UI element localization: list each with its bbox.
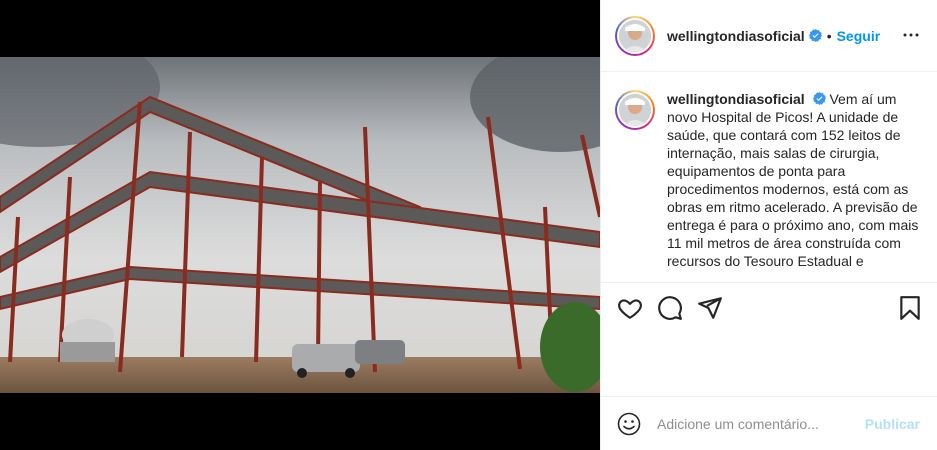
caption-text: Vem aí um novo Hospital de Picos! A unid… [667, 91, 919, 269]
caption-avatar[interactable] [615, 90, 655, 130]
profile-photo-icon [619, 19, 651, 52]
post-actions [601, 282, 937, 332]
add-comment-bar: Publicar [601, 396, 937, 450]
username-link[interactable]: wellingtondiasoficial [667, 28, 805, 44]
bookmark-icon[interactable] [897, 295, 923, 321]
caption-text-block: wellingtondiasoficial Vem aí um novo Hos… [667, 90, 925, 272]
verified-badge-icon [812, 92, 826, 105]
share-icon[interactable] [697, 295, 723, 321]
media-panel [0, 0, 600, 450]
comment-input[interactable] [657, 415, 867, 432]
follow-button[interactable]: Seguir [837, 28, 881, 44]
avatar[interactable] [615, 15, 655, 56]
post-side-panel: wellingtondiasoficial • Seguir wellingto… [600, 0, 937, 450]
caption-username-link[interactable]: wellingtondiasoficial [667, 91, 805, 107]
separator-dot: • [826, 27, 832, 44]
post-caption: wellingtondiasoficial Vem aí um novo Hos… [615, 90, 925, 272]
profile-photo-icon [619, 94, 651, 126]
avatar-image [617, 17, 653, 54]
post-photo[interactable] [0, 57, 600, 393]
hospital-construction-image [0, 57, 600, 393]
comment-icon[interactable] [657, 295, 683, 321]
heart-icon[interactable] [617, 295, 643, 321]
post-header: wellingtondiasoficial • Seguir [601, 0, 937, 72]
caption-avatar-image [617, 92, 653, 128]
instagram-post-modal: wellingtondiasoficial • Seguir wellingto… [0, 0, 937, 450]
emoji-icon[interactable] [617, 412, 641, 436]
verified-badge-icon [808, 29, 822, 42]
publish-button[interactable]: Publicar [865, 416, 920, 432]
more-options-icon[interactable] [902, 26, 920, 44]
